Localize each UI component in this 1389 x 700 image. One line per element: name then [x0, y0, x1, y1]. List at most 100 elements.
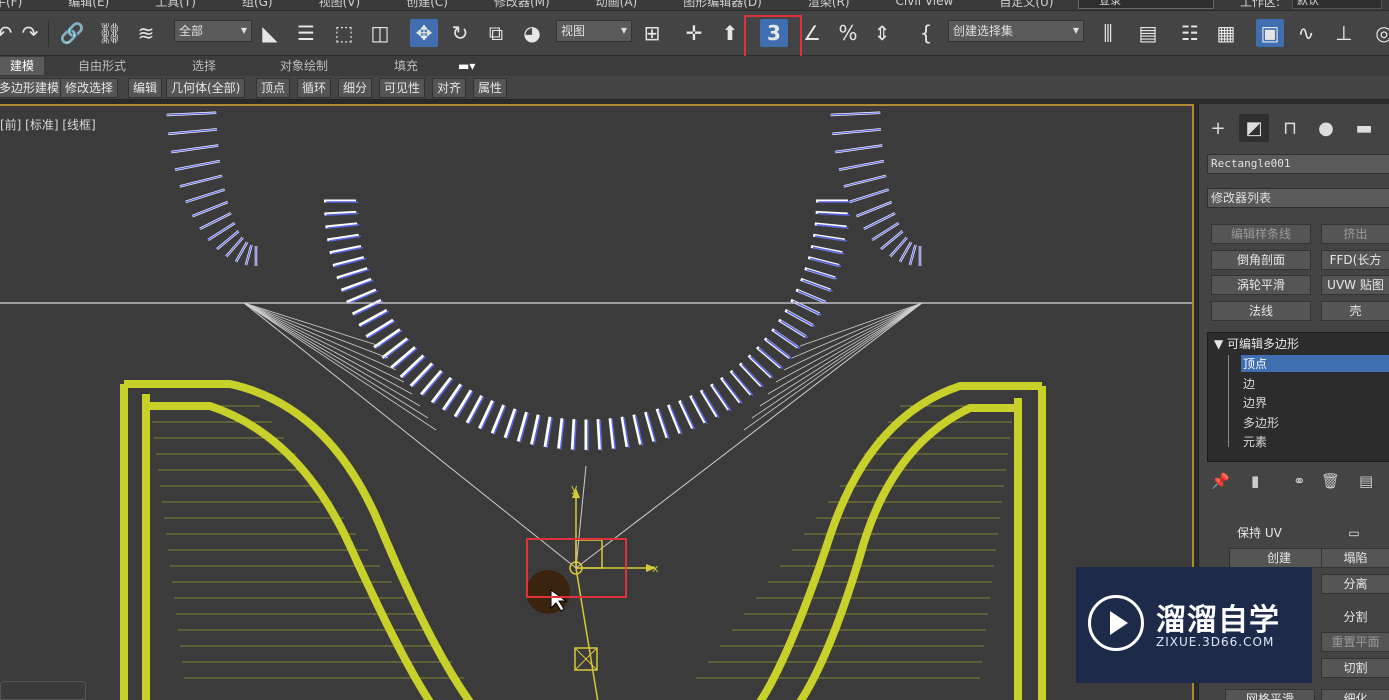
- panel-loops[interactable]: 循环: [297, 78, 332, 98]
- spinner-snap-icon[interactable]: ⇕: [868, 19, 896, 47]
- pin-stack-icon[interactable]: 📌: [1211, 472, 1230, 490]
- workspace-select[interactable]: 默认: [1292, 0, 1382, 9]
- extrude-button[interactable]: 挤出: [1321, 224, 1389, 244]
- menu-graph-editors[interactable]: 图形编辑器(D): [683, 0, 762, 10]
- material-editor-icon[interactable]: ◎: [1370, 19, 1389, 47]
- object-name-field[interactable]: Rectangle001: [1207, 154, 1389, 174]
- uvw-map-button[interactable]: UVW 贴图: [1321, 275, 1389, 295]
- keyboard-shortcut-icon[interactable]: ⬆: [716, 19, 744, 47]
- turbosmooth-button[interactable]: 涡轮平滑: [1211, 275, 1311, 295]
- scene-explorer-icon[interactable]: ☷: [1176, 19, 1204, 47]
- tab-object-paint[interactable]: 对象绘制: [280, 57, 328, 75]
- select-by-name-icon[interactable]: ☰: [292, 19, 320, 47]
- normal-button[interactable]: 法线: [1211, 301, 1311, 321]
- shell-button[interactable]: 壳: [1321, 301, 1389, 321]
- panel-geometry-all[interactable]: 几何体(全部): [166, 78, 246, 98]
- edit-named-selection-icon[interactable]: {: [912, 19, 940, 47]
- meshsmooth-button[interactable]: 网格平滑: [1225, 689, 1315, 700]
- panel-subdivision[interactable]: 细分: [338, 78, 373, 98]
- menu-animation[interactable]: 动画(A): [596, 0, 638, 10]
- panel-align[interactable]: 对齐: [432, 78, 467, 98]
- login-dropdown[interactable]: 登录: [1078, 0, 1214, 9]
- cut-button[interactable]: 切割: [1321, 658, 1389, 678]
- make-unique-icon[interactable]: ⚭: [1293, 472, 1306, 490]
- panel-vertices[interactable]: 顶点: [256, 78, 291, 98]
- detach-button[interactable]: 分离: [1321, 574, 1389, 594]
- reset-plane-button[interactable]: 重置平面: [1321, 632, 1389, 652]
- bevel-profile-button[interactable]: 倒角剖面: [1211, 250, 1311, 270]
- ribbon-toggle-icon[interactable]: ▣: [1256, 19, 1284, 47]
- preserve-uv-settings-button[interactable]: ▭: [1339, 524, 1369, 544]
- preserve-uv-checkbox[interactable]: 保持 UV: [1237, 524, 1333, 544]
- edit-spline-button[interactable]: 编辑样条线: [1211, 224, 1311, 244]
- stack-item-vertex[interactable]: 顶点: [1241, 355, 1389, 372]
- menu-civil-view[interactable]: Civil View: [896, 0, 954, 8]
- modify-tab-icon[interactable]: ◩: [1239, 114, 1269, 142]
- stack-item-element[interactable]: 元素: [1243, 433, 1267, 450]
- menu-create[interactable]: 创建(C): [406, 0, 448, 10]
- percent-snap-icon[interactable]: %: [834, 19, 862, 47]
- panel-modify-selection[interactable]: 修改选择: [60, 78, 119, 98]
- stack-item-border[interactable]: 边界: [1243, 394, 1267, 411]
- reference-coordinate-select[interactable]: 视图: [556, 20, 632, 42]
- link-icon[interactable]: 🔗: [58, 19, 86, 47]
- remove-modifier-icon[interactable]: 🗑: [1321, 472, 1340, 490]
- stack-item-polygon[interactable]: 多边形: [1243, 414, 1279, 431]
- curve-editor-icon[interactable]: ∿: [1292, 19, 1320, 47]
- viewport-label[interactable]: [前] [标准] [线框]: [0, 116, 96, 133]
- tab-freeform[interactable]: 自由形式: [78, 57, 126, 75]
- configure-modifier-sets-icon[interactable]: ▤: [1359, 472, 1373, 490]
- create-tab-icon[interactable]: +: [1203, 114, 1233, 142]
- rotate-icon[interactable]: ↻: [446, 19, 474, 47]
- menu-modifiers[interactable]: 修改器(M): [494, 0, 550, 10]
- schematic-view-icon[interactable]: ⊥: [1330, 19, 1358, 47]
- bind-space-warp-icon[interactable]: ≋: [132, 19, 160, 47]
- menu-tools[interactable]: 工具(T): [155, 0, 196, 10]
- tab-selection[interactable]: 选择: [192, 57, 216, 75]
- layer-explorer-icon[interactable]: ▦: [1212, 19, 1240, 47]
- front-viewport[interactable]: y x [前] [标准] [线框]: [0, 104, 1194, 700]
- named-selection-set-select[interactable]: 创建选择集: [948, 20, 1084, 42]
- ribbon-options-icon[interactable]: ▬▾: [458, 57, 475, 75]
- ffd-box-button[interactable]: FFD(长方: [1321, 250, 1389, 270]
- menu-customize[interactable]: 自定义(U): [999, 0, 1053, 10]
- placement-icon[interactable]: ◕: [518, 19, 546, 47]
- modifier-list-select[interactable]: 修改器列表: [1207, 188, 1389, 208]
- rect-selection-icon[interactable]: ⬚: [330, 19, 358, 47]
- selection-filter-select[interactable]: 全部: [174, 20, 252, 42]
- transform-gizmo[interactable]: [526, 488, 656, 700]
- panel-edit[interactable]: 编辑: [128, 78, 163, 98]
- split-checkbox[interactable]: 分割: [1321, 608, 1389, 628]
- move-icon[interactable]: ✥: [410, 19, 438, 47]
- tab-modeling[interactable]: 建模: [0, 57, 45, 75]
- create-button[interactable]: 创建: [1229, 548, 1329, 568]
- display-tab-icon[interactable]: ▬: [1349, 114, 1379, 142]
- menu-rendering[interactable]: 渲染(R): [808, 0, 850, 10]
- hierarchy-tab-icon[interactable]: ⊓: [1275, 114, 1305, 142]
- window-crossing-icon[interactable]: ◫: [366, 19, 394, 47]
- menu-group[interactable]: 组(G): [242, 0, 273, 10]
- panel-properties[interactable]: 属性: [473, 78, 508, 98]
- panel-polygon-modeling[interactable]: 多边形建模: [0, 78, 65, 98]
- panel-visibility[interactable]: 可见性: [379, 78, 426, 98]
- select-object-icon[interactable]: ◣: [256, 19, 284, 47]
- tessellate-button[interactable]: 细化: [1321, 689, 1389, 700]
- collapse-button[interactable]: 塌陷: [1321, 548, 1389, 568]
- align-icon[interactable]: ▤: [1134, 19, 1162, 47]
- tab-populate[interactable]: 填充: [394, 57, 418, 75]
- bottom-panel-tab[interactable]: [0, 681, 86, 700]
- unlink-icon[interactable]: ⛓: [96, 19, 124, 47]
- show-end-result-icon[interactable]: ▮: [1251, 472, 1259, 490]
- select-manipulate-icon[interactable]: ✛: [680, 19, 708, 47]
- scale-icon[interactable]: ⧉: [482, 19, 510, 47]
- motion-tab-icon[interactable]: ●: [1311, 114, 1341, 142]
- redo-icon[interactable]: ↷: [16, 19, 44, 47]
- pivot-center-icon[interactable]: ⊞: [638, 19, 666, 47]
- stack-item-edge[interactable]: 边: [1243, 375, 1255, 392]
- mirror-icon[interactable]: ⫼: [1094, 19, 1122, 47]
- menu-views[interactable]: 视图(V): [319, 0, 361, 10]
- menu-file[interactable]: 牛(F): [0, 0, 22, 10]
- angle-snap-icon[interactable]: ∠: [798, 19, 826, 47]
- stack-root-editable-poly[interactable]: ▼ 可编辑多边形: [1214, 335, 1299, 352]
- menu-edit[interactable]: 编辑(E): [68, 0, 109, 10]
